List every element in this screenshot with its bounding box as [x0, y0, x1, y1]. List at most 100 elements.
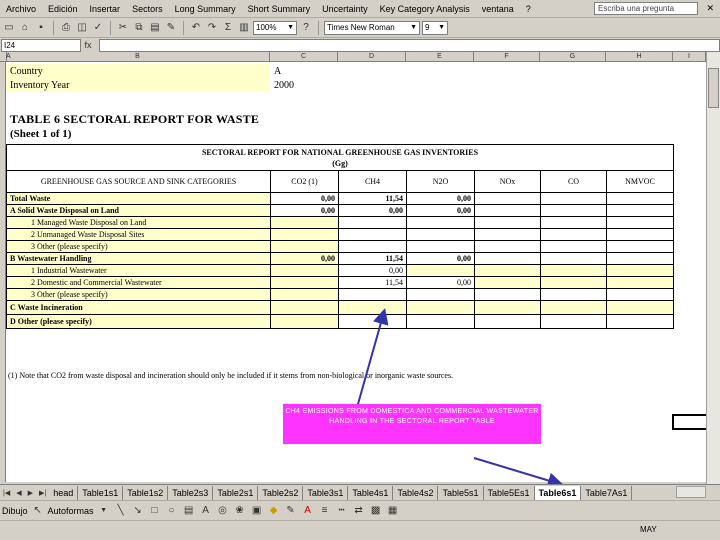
dash-style-icon[interactable]: ┅ — [335, 504, 349, 518]
co-cell[interactable] — [540, 264, 607, 277]
n2o-cell[interactable]: 0,00 — [406, 204, 475, 217]
n2o-cell[interactable] — [406, 288, 475, 301]
ch4-cell[interactable] — [338, 288, 407, 301]
row-label[interactable]: D Other (please specify) — [6, 314, 271, 329]
nmvoc-cell[interactable] — [605, 228, 675, 241]
preview-icon[interactable]: ◫ — [75, 21, 89, 35]
nmvoc-cell[interactable] — [605, 240, 675, 253]
font-color-icon[interactable]: A — [301, 504, 315, 518]
tab-head[interactable]: head — [49, 485, 79, 500]
rectangle-icon[interactable]: □ — [148, 504, 162, 518]
nox-cell[interactable] — [474, 192, 541, 205]
n2o-cell[interactable]: 0,00 — [406, 192, 475, 205]
column-header-c[interactable]: C — [270, 52, 338, 62]
nox-cell[interactable] — [474, 228, 541, 241]
textbox-icon[interactable]: ▤ — [182, 504, 196, 518]
fill-color-icon[interactable]: ◆ — [267, 504, 281, 518]
co2-cell[interactable] — [270, 276, 339, 289]
co-cell[interactable] — [540, 252, 607, 265]
co-cell[interactable] — [540, 216, 607, 229]
diagram-icon[interactable]: ◎ — [216, 504, 230, 518]
country-value[interactable]: A — [274, 66, 281, 77]
ch4-cell[interactable]: 11,54 — [338, 276, 407, 289]
n2o-cell[interactable] — [406, 216, 475, 229]
wordart-icon[interactable]: A — [199, 504, 213, 518]
ch4-cell[interactable]: 0,00 — [338, 264, 407, 277]
tab-table7as1[interactable]: Table7As1 — [581, 485, 633, 500]
save-icon[interactable]: ▪ — [34, 21, 48, 35]
column-header-g[interactable]: G — [540, 52, 606, 62]
menu-ventana[interactable]: ventana — [476, 4, 520, 14]
row-label[interactable]: 1 Industrial Wastewater — [6, 264, 271, 277]
chart-icon[interactable]: ▥ — [237, 21, 251, 35]
tab-table2s1[interactable]: Table2s1 — [213, 485, 259, 500]
tab-table2s2[interactable]: Table2s2 — [258, 485, 304, 500]
arrow-style-icon[interactable]: ⇄ — [352, 504, 366, 518]
nox-cell[interactable] — [474, 314, 541, 329]
menu-short-summary[interactable]: Short Summary — [242, 4, 317, 14]
open-folder-icon[interactable]: ⌂ — [18, 21, 32, 35]
inventory-year-value[interactable]: 2000 — [274, 80, 294, 91]
co2-cell[interactable]: 0,00 — [270, 204, 339, 217]
font-size-select[interactable]: 9 ▼ — [422, 20, 448, 35]
formula-input[interactable] — [99, 38, 720, 52]
tab-table2s3[interactable]: Table2s3 — [168, 485, 214, 500]
oval-icon[interactable]: ○ — [165, 504, 179, 518]
row-label[interactable]: 2 Domestic and Commercial Wastewater — [6, 276, 271, 289]
co2-cell[interactable] — [270, 228, 339, 241]
co2-cell[interactable]: 0,00 — [270, 252, 339, 265]
ch4-cell[interactable] — [338, 314, 407, 329]
font-select[interactable]: Times New Roman ▼ — [324, 20, 420, 35]
tab-table3s1[interactable]: Table3s1 — [303, 485, 349, 500]
tab-table1s1[interactable]: Table1s1 — [78, 485, 124, 500]
column-header-h[interactable]: H — [606, 52, 673, 62]
nmvoc-cell[interactable] — [605, 300, 675, 315]
n2o-cell[interactable] — [406, 264, 475, 277]
ch4-cell[interactable] — [338, 240, 407, 253]
copy-icon[interactable]: ⧉ — [132, 21, 146, 35]
n2o-cell[interactable]: 0,00 — [406, 252, 475, 265]
line-icon[interactable]: ╲ — [114, 504, 128, 518]
co-cell[interactable] — [540, 192, 607, 205]
co-cell[interactable] — [540, 240, 607, 253]
column-header-i[interactable]: I — [673, 52, 706, 62]
vertical-scrollbar[interactable] — [706, 52, 720, 484]
help-question-input[interactable]: Escriba una pregunta — [594, 2, 698, 15]
nmvoc-cell[interactable] — [605, 192, 675, 205]
column-header-d[interactable]: D — [338, 52, 406, 62]
row-label[interactable]: A Solid Waste Disposal on Land — [6, 204, 271, 217]
nox-cell[interactable] — [474, 288, 541, 301]
column-header-e[interactable]: E — [406, 52, 474, 62]
co2-cell[interactable] — [270, 300, 339, 315]
function-icon[interactable]: fx — [81, 38, 95, 52]
next-sheet-icon[interactable]: ▶ — [25, 489, 36, 497]
name-box[interactable]: I24 — [1, 38, 81, 52]
nmvoc-cell[interactable] — [605, 264, 675, 277]
scroll-thumb[interactable] — [708, 68, 719, 108]
undo-icon[interactable]: ↶ — [189, 21, 203, 35]
column-header-f[interactable]: F — [474, 52, 540, 62]
nmvoc-cell[interactable] — [605, 204, 675, 217]
close-icon[interactable]: ✕ — [706, 3, 714, 14]
autoshapes-menu[interactable]: Autoformas — [48, 506, 94, 516]
tab-table4s2[interactable]: Table4s2 — [393, 485, 439, 500]
co2-cell[interactable] — [270, 240, 339, 253]
tab-table6s1[interactable]: Table6s1 — [534, 485, 582, 500]
format-painter-icon[interactable]: ✎ — [164, 21, 178, 35]
menu-long-summary[interactable]: Long Summary — [169, 4, 242, 14]
nmvoc-cell[interactable] — [605, 276, 675, 289]
menu-archivo[interactable]: Archivo — [0, 4, 42, 14]
select-pointer-icon[interactable]: ↖ — [31, 504, 45, 518]
co-cell[interactable] — [540, 288, 607, 301]
menu-insertar[interactable]: Insertar — [84, 4, 127, 14]
row-label[interactable]: Total Waste — [6, 192, 271, 205]
column-header-b[interactable]: B — [6, 52, 270, 62]
co-cell[interactable] — [540, 204, 607, 217]
cut-icon[interactable]: ✂ — [116, 21, 130, 35]
tab-table5s1[interactable]: Table5s1 — [438, 485, 484, 500]
co-cell[interactable] — [540, 276, 607, 289]
menu-uncertainty[interactable]: Uncertainty — [316, 4, 374, 14]
nox-cell[interactable] — [474, 204, 541, 217]
ch4-cell[interactable] — [338, 300, 407, 315]
spellcheck-icon[interactable]: ✓ — [91, 21, 105, 35]
